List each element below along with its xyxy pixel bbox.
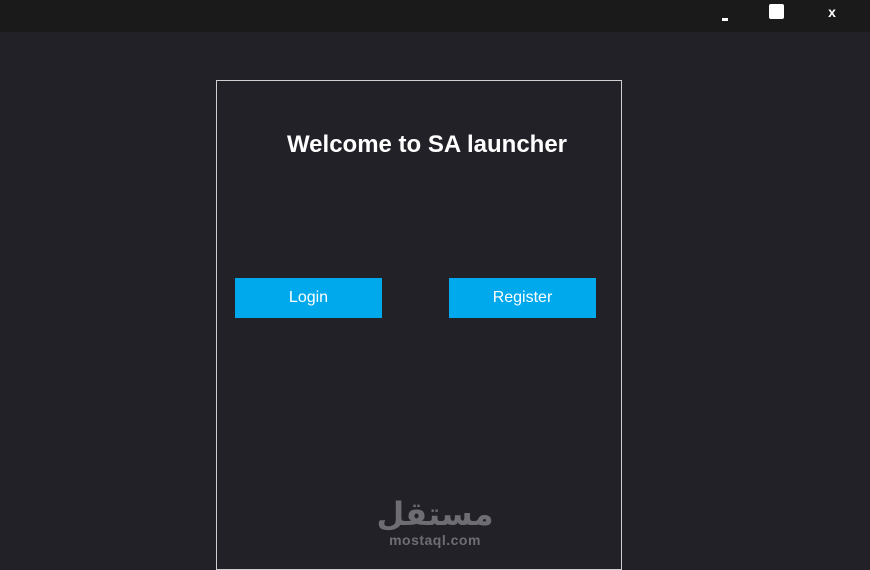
maximize-button[interactable] [756,0,796,28]
minimize-button[interactable] [705,0,745,28]
watermark-logo: مستقل mostaql.com [370,496,500,548]
maximize-icon [768,3,784,19]
title-bar: x [0,0,870,32]
watermark-arabic: مستقل [376,495,494,533]
register-button[interactable]: Register [449,278,596,318]
welcome-title: Welcome to SA launcher [286,131,568,158]
minimize-icon [722,17,728,21]
close-icon: x [828,4,836,20]
watermark-latin: mostaql.com [389,532,481,548]
close-button[interactable]: x [812,0,852,28]
login-button[interactable]: Login [235,278,382,318]
